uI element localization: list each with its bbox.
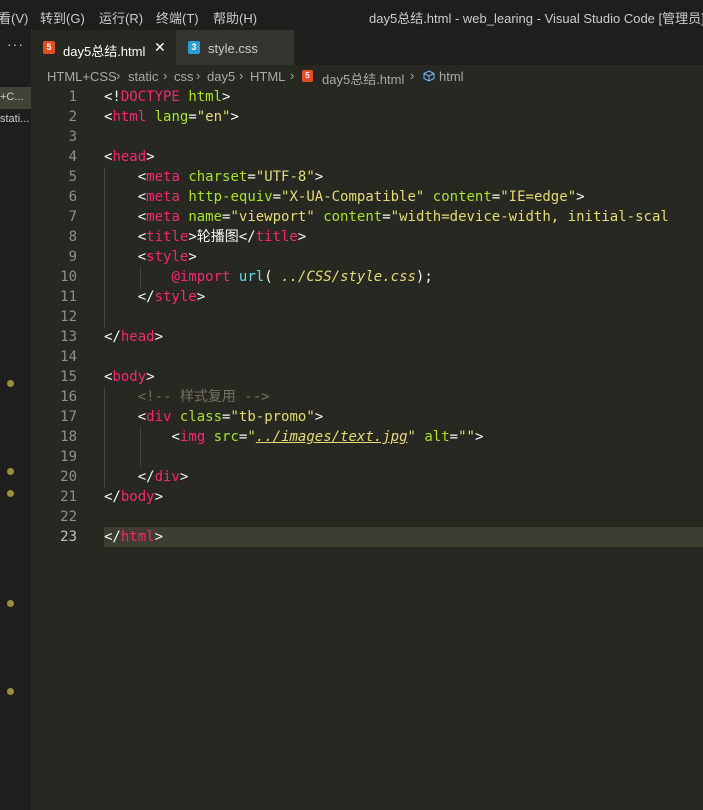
sidebar-item-html-css[interactable]: +C... [0, 87, 31, 109]
chevron-right-icon: › [163, 68, 168, 83]
line-number: 20 [60, 469, 77, 485]
html5-icon: 5 [302, 70, 313, 82]
css3-icon: 3 [188, 41, 200, 54]
change-marker-icon [7, 600, 14, 607]
menu-terminal[interactable]: 终端(T) [156, 8, 199, 27]
line-number: 7 [68, 209, 77, 225]
line-number: 11 [60, 289, 77, 305]
change-marker-icon [7, 468, 14, 475]
code-line: </head> [104, 329, 164, 345]
window-title: day5总结.html - web_learing - Visual Studi… [369, 11, 703, 26]
code-line: <meta name="viewport" content="width=dev… [137, 209, 669, 225]
code-line: <title>轮播图</title> [137, 229, 307, 245]
breadcrumb-item[interactable]: day5总结.html [322, 69, 404, 88]
line-number: 4 [68, 149, 77, 165]
current-line-highlight [104, 527, 703, 547]
code-line: </div> [137, 469, 189, 485]
change-marker-icon [7, 490, 14, 497]
code-line: </body> [104, 489, 164, 505]
line-number: 2 [68, 109, 77, 125]
line-number: 5 [68, 169, 77, 185]
line-number: 16 [60, 389, 77, 405]
chevron-right-icon: › [239, 68, 244, 83]
chevron-right-icon: › [290, 68, 295, 83]
line-number: 8 [68, 229, 77, 245]
tab-bar: 5 day5总结.html ✕ 3 style.css [31, 30, 703, 65]
more-actions-icon[interactable]: ··· [0, 36, 31, 52]
line-number: 3 [68, 129, 77, 145]
tab-label: day5总结.html [63, 44, 146, 59]
breadcrumb-item[interactable]: HTML+CSS [47, 69, 117, 84]
line-number: 10 [60, 269, 77, 285]
chevron-right-icon: › [196, 68, 201, 83]
line-number: 18 [60, 429, 77, 445]
menu-view[interactable]: 看(V) [0, 8, 28, 27]
change-marker-icon [7, 380, 14, 387]
breadcrumb-item[interactable]: HTML [250, 69, 285, 84]
breadcrumb-item[interactable]: day5 [207, 69, 235, 84]
code-editor[interactable]: 1 2 3 4 5 6 7 8 9 10 11 12 13 14 15 16 17 18 19 20 21 22 23 <!… [31, 87, 703, 810]
close-icon[interactable]: ✕ [154, 39, 166, 56]
code-line: <head> [104, 149, 155, 165]
code-line: <!-- 样式复用 --> [137, 389, 270, 405]
element-cube-icon [423, 70, 435, 82]
tab-label: style.css [208, 41, 258, 56]
line-number: 1 [68, 89, 77, 105]
tab-day5-html[interactable]: 5 day5总结.html ✕ [31, 30, 176, 65]
breadcrumb-item[interactable]: html [439, 69, 464, 84]
line-number: 9 [68, 249, 77, 265]
line-number: 17 [60, 409, 77, 425]
tab-style-css[interactable]: 3 style.css [176, 30, 294, 65]
sidebar-item-static[interactable]: stati... [0, 109, 31, 131]
code-line: <body> [104, 369, 155, 385]
menu-goto[interactable]: 转到(G) [40, 8, 85, 27]
line-number: 15 [60, 369, 77, 385]
code-line: <div class="tb-promo"> [137, 409, 324, 425]
chevron-right-icon: › [116, 68, 121, 83]
code-line: <img src="../images/text.jpg" alt=""> [171, 429, 484, 445]
line-number: 21 [60, 489, 77, 505]
line-number: 13 [60, 329, 77, 345]
title-bar: 看(V) 转到(G) 运行(R) 终端(T) 帮助(H) day5总结.html… [0, 0, 703, 30]
code-line: <html lang="en"> [104, 109, 239, 125]
line-number: 6 [68, 189, 77, 205]
chevron-right-icon: › [410, 68, 415, 83]
menu-help[interactable]: 帮助(H) [213, 8, 257, 27]
code-line: <meta http-equiv="X-UA-Compatible" conte… [137, 189, 585, 205]
code-line: <style> [137, 249, 197, 265]
menu-run[interactable]: 运行(R) [99, 8, 143, 27]
line-number: 12 [60, 309, 77, 325]
code-line: </style> [137, 289, 206, 305]
line-number: 22 [60, 509, 77, 525]
code-line: <meta charset="UTF-8"> [137, 169, 324, 185]
code-line: @import url( ../CSS/style.css); [171, 269, 433, 285]
code-line: </html> [104, 529, 164, 545]
side-panel [0, 30, 31, 810]
code-line: <!DOCTYPE html> [104, 89, 231, 105]
html5-icon: 5 [43, 41, 55, 54]
breadcrumb-item[interactable]: static [128, 69, 158, 84]
line-number: 14 [60, 349, 77, 365]
breadcrumb: HTML+CSS › static › css › day5 › HTML › … [31, 65, 703, 87]
breadcrumb-item[interactable]: css [174, 69, 194, 84]
line-number: 19 [60, 449, 77, 465]
change-marker-icon [7, 688, 14, 695]
line-number: 23 [60, 529, 77, 545]
